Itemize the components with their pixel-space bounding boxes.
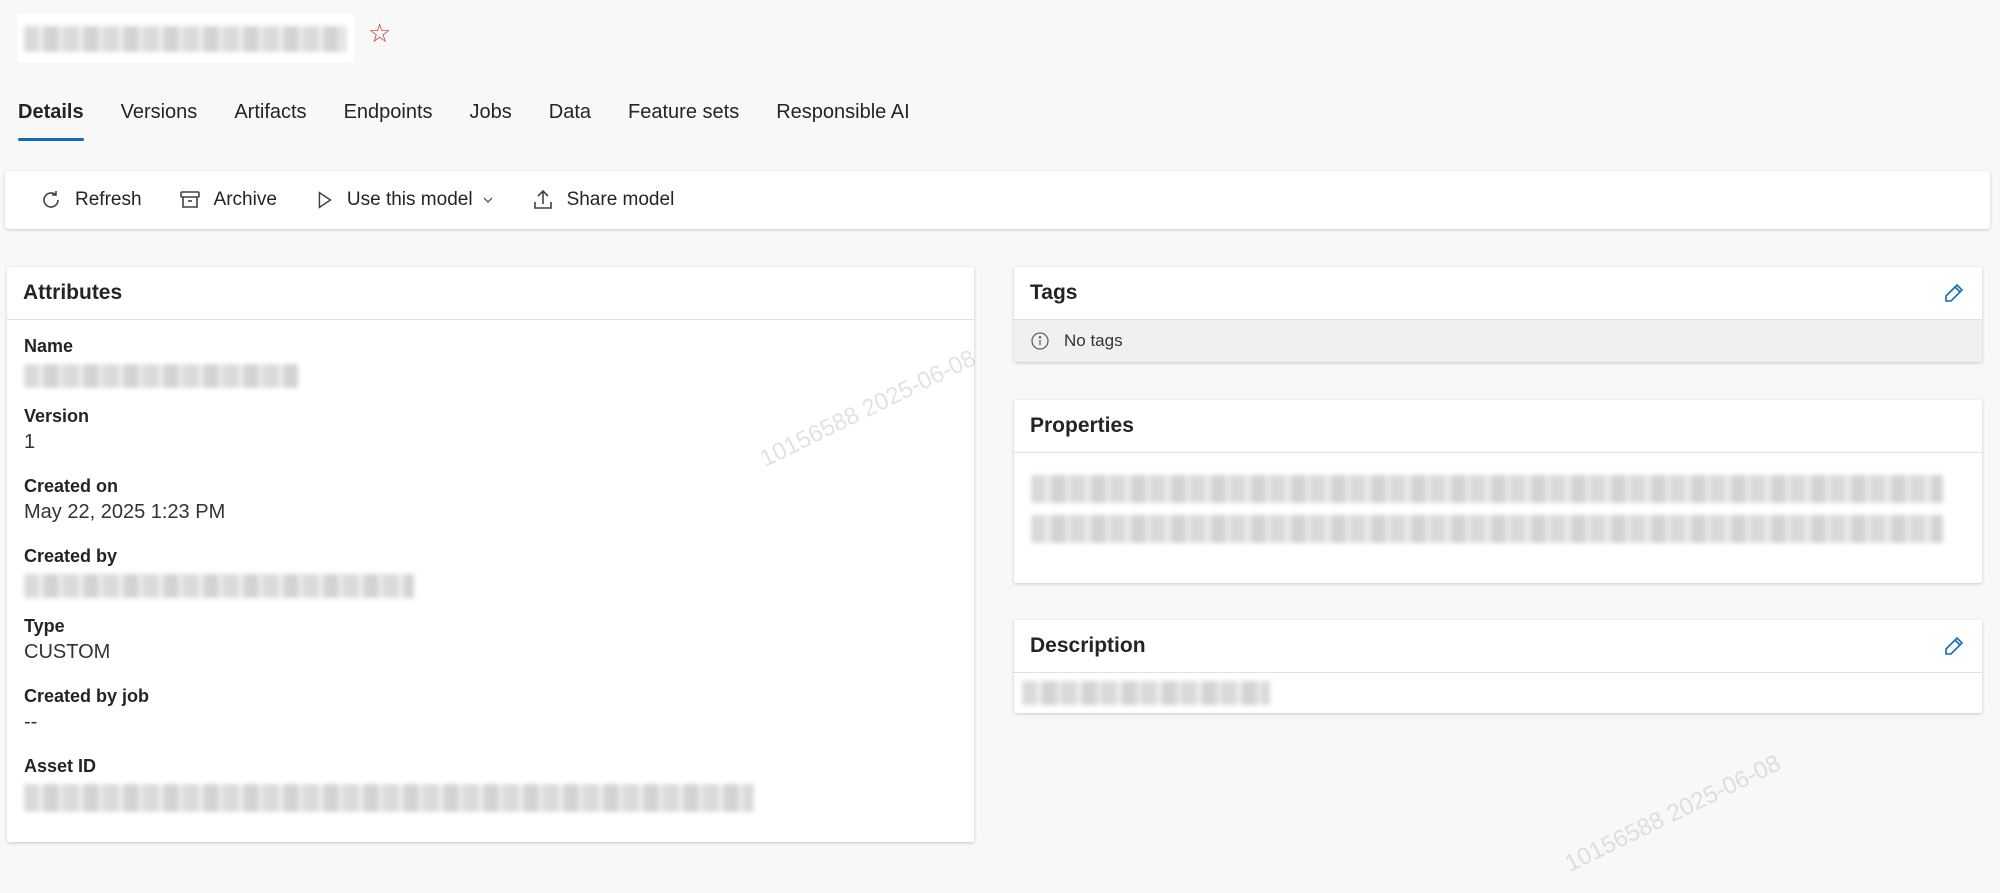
archive-icon bbox=[179, 191, 200, 208]
tags-empty-state: No tags bbox=[1014, 320, 1982, 362]
refresh-icon bbox=[43, 191, 59, 208]
tags-header: Tags bbox=[1014, 267, 1982, 320]
attributes-card: Attributes Name Version 1 Created on May… bbox=[7, 267, 974, 842]
properties-header: Properties bbox=[1014, 400, 1982, 453]
tab-responsible-ai[interactable]: Responsible AI bbox=[776, 96, 909, 142]
edit-icon bbox=[1945, 283, 1964, 302]
use-this-model-button[interactable]: Use this model bbox=[295, 171, 513, 229]
description-header: Description bbox=[1014, 620, 1982, 673]
created-on-label: Created on bbox=[24, 476, 119, 496]
tab-endpoints[interactable]: Endpoints bbox=[344, 96, 433, 142]
attributes-title: Attributes bbox=[23, 281, 123, 304]
chevron-down-icon bbox=[483, 197, 493, 203]
properties-title: Properties bbox=[1030, 414, 1134, 437]
created-by-job-value: -- bbox=[24, 711, 38, 733]
tab-data[interactable]: Data bbox=[549, 96, 591, 142]
tab-details[interactable]: Details bbox=[18, 96, 84, 142]
archive-button[interactable]: Archive bbox=[160, 171, 295, 229]
edit-icon bbox=[1945, 636, 1964, 655]
description-value bbox=[1014, 673, 1982, 718]
refresh-label: Refresh bbox=[75, 189, 142, 210]
play-icon bbox=[318, 191, 332, 209]
tab-artifacts[interactable]: Artifacts bbox=[234, 96, 306, 142]
tab-jobs[interactable]: Jobs bbox=[470, 96, 512, 142]
tab-bar: Details Versions Artifacts Endpoints Job… bbox=[18, 96, 947, 142]
tags-card: Tags No tags bbox=[1014, 267, 1982, 362]
tab-feature-sets[interactable]: Feature sets bbox=[628, 96, 739, 142]
created-by-job-label: Created by job bbox=[24, 686, 150, 706]
type-value: CUSTOM bbox=[24, 641, 111, 663]
edit-description-button[interactable] bbox=[1942, 634, 1966, 658]
no-tags-text: No tags bbox=[1064, 331, 1123, 350]
asset-id-label: Asset ID bbox=[24, 756, 97, 776]
archive-label: Archive bbox=[213, 189, 277, 210]
refresh-button[interactable]: Refresh bbox=[5, 171, 160, 229]
description-card: Description bbox=[1014, 620, 1982, 713]
share-model-label: Share model bbox=[566, 189, 675, 210]
properties-value bbox=[1014, 453, 1982, 577]
share-model-button[interactable]: Share model bbox=[513, 171, 693, 229]
name-value bbox=[24, 358, 957, 398]
tab-versions[interactable]: Versions bbox=[121, 96, 198, 142]
created-on-value: May 22, 2025 1:23 PM bbox=[24, 501, 226, 523]
tags-title: Tags bbox=[1030, 281, 1078, 304]
command-bar: Refresh Archive Use this model Share mod… bbox=[5, 171, 1990, 229]
info-icon bbox=[1031, 332, 1049, 350]
created-by-label: Created by bbox=[24, 546, 118, 566]
edit-tags-button[interactable] bbox=[1942, 281, 1966, 305]
page-title bbox=[18, 14, 354, 62]
name-label: Name bbox=[24, 336, 74, 356]
properties-card: Properties bbox=[1014, 400, 1982, 583]
asset-id-value bbox=[24, 778, 957, 818]
use-this-model-label: Use this model bbox=[346, 189, 473, 210]
description-title: Description bbox=[1030, 634, 1146, 657]
type-label: Type bbox=[24, 616, 65, 636]
attributes-header: Attributes bbox=[7, 267, 974, 320]
favorite-star-icon[interactable]: ☆ bbox=[368, 18, 391, 48]
share-icon bbox=[533, 189, 552, 209]
page-title-redacted bbox=[24, 26, 346, 52]
version-label: Version bbox=[24, 406, 90, 426]
version-value: 1 bbox=[24, 431, 36, 453]
watermark: 10156588 2025-06-08 bbox=[1560, 749, 1785, 878]
created-by-value bbox=[24, 568, 957, 608]
